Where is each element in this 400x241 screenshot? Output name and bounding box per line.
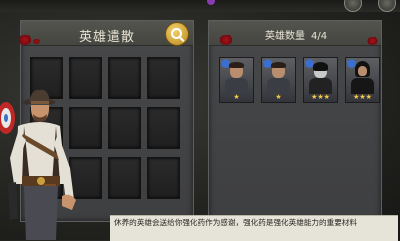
hero-card[interactable]: ★ (219, 57, 254, 103)
panel-header: 英雄遣散 (21, 21, 193, 46)
top-bar (0, 0, 400, 12)
hero-portrait (351, 78, 374, 94)
star-rating: ★ (233, 93, 240, 101)
hero-card[interactable]: ★ (261, 57, 296, 103)
dismiss-slot[interactable] (147, 107, 180, 149)
dismiss-slot[interactable] (108, 57, 141, 99)
top-settings-button[interactable] (378, 0, 396, 12)
hero-card[interactable]: ★★★ (303, 57, 338, 103)
hero-card[interactable]: ★★★ (345, 57, 380, 103)
star-rating: ★★★ (353, 93, 372, 101)
top-menu-button[interactable] (344, 0, 362, 12)
dismiss-slot[interactable] (108, 107, 141, 149)
panel-header: 英雄数量 4/4 (209, 21, 381, 46)
hero-portrait (313, 62, 328, 71)
info-tip-bar: 休养的英雄会送给你强化药作为感谢，强化药是强化英雄能力的重要材料 (110, 215, 398, 241)
hero-list: ★ ★ ★★★ ★★★ (219, 57, 380, 103)
cowboy-character-illustration (0, 89, 76, 240)
search-button[interactable] (165, 22, 189, 46)
dismiss-slot[interactable] (108, 157, 141, 199)
hero-count-title: 英雄数量 (265, 31, 305, 42)
dismiss-slot[interactable] (147, 57, 180, 99)
search-icon (170, 27, 182, 39)
hero-portrait (225, 78, 248, 94)
hero-portrait (229, 62, 244, 68)
hero-portrait (271, 62, 286, 68)
hero-count-label: 英雄数量 4/4 (265, 27, 327, 42)
hero-portrait (267, 78, 290, 94)
hero-portrait (309, 78, 332, 94)
gem-icon (207, 0, 215, 5)
hero-count-value: 4/4 (311, 31, 328, 42)
star-rating: ★ (275, 93, 282, 101)
hero-list-panel: 英雄数量 4/4 ★ ★ ★★★ ★★★ (208, 20, 382, 222)
info-tip-text: 休养的英雄会送给你强化药作为感谢，强化药是强化英雄能力的重要材料 (114, 218, 357, 227)
dismiss-slot[interactable] (147, 157, 180, 199)
hero-portrait (358, 66, 367, 76)
star-rating: ★★★ (311, 93, 330, 101)
